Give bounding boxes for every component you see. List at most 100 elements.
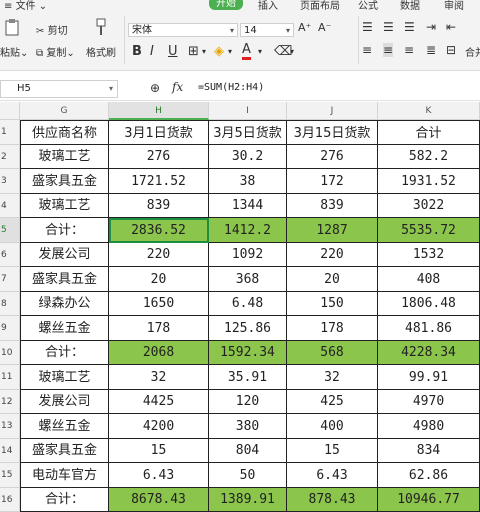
cell-k7[interactable]: 408 [378, 267, 480, 292]
cell-k9[interactable]: 481.86 [378, 316, 480, 341]
paste-button[interactable]: 粘贴⌄ [0, 44, 28, 59]
decrease-font-icon[interactable]: A⁻ [318, 21, 331, 34]
cell-i11[interactable]: 35.91 [209, 365, 287, 390]
row-header-4[interactable]: 4 [0, 194, 20, 218]
cell-j10[interactable]: 568 [287, 341, 378, 365]
cell-i5[interactable]: 1412.2 [209, 218, 287, 243]
cell-j5[interactable]: 1287 [287, 218, 378, 243]
cell-g7[interactable]: 盛家具五金 [20, 267, 109, 292]
cell-k3[interactable]: 1931.52 [378, 169, 480, 194]
fill-dropdown-icon[interactable]: ▾ [228, 47, 232, 56]
row-header-11[interactable]: 11 [0, 365, 20, 390]
tab-page-layout[interactable]: 页面布局 [300, 0, 340, 12]
cell-k15[interactable]: 62.86 [378, 463, 480, 488]
cell-i15[interactable]: 50 [209, 463, 287, 488]
row-header-14[interactable]: 14 [0, 439, 20, 463]
cell-h10[interactable]: 2068 [109, 341, 209, 365]
cell-h7[interactable]: 20 [109, 267, 209, 292]
cell-j14[interactable]: 15 [287, 439, 378, 463]
select-all-corner[interactable] [0, 102, 20, 120]
cell-j11[interactable]: 32 [287, 365, 378, 390]
cell-k14[interactable]: 834 [378, 439, 480, 463]
column-header-i[interactable]: I [209, 102, 287, 120]
cell-i1[interactable]: 3月5日货款 [209, 120, 287, 145]
row-header-9[interactable]: 9 [0, 316, 20, 341]
cell-i6[interactable]: 1092 [209, 243, 287, 267]
align-right-icon[interactable]: ≡ [404, 43, 414, 57]
cell-g15[interactable]: 电动车官方 [20, 463, 109, 488]
cell-j2[interactable]: 276 [287, 145, 378, 169]
row-header-13[interactable]: 13 [0, 414, 20, 439]
cell-j15[interactable]: 6.43 [287, 463, 378, 488]
cell-h11[interactable]: 32 [109, 365, 209, 390]
cut-button[interactable]: ✂ 剪切 [36, 22, 68, 37]
cell-g6[interactable]: 发展公司 [20, 243, 109, 267]
align-center-icon[interactable]: ≡ [383, 43, 394, 57]
row-header-12[interactable]: 12 [0, 390, 20, 414]
row-header-8[interactable]: 8 [0, 292, 20, 316]
cell-g8[interactable]: 绿森办公 [20, 292, 109, 316]
cell-k11[interactable]: 99.91 [378, 365, 480, 390]
cell-h9[interactable]: 178 [109, 316, 209, 341]
tab-data[interactable]: 数据 [400, 0, 420, 12]
align-left-icon[interactable]: ≡ [362, 43, 372, 57]
row-header-3[interactable]: 3 [0, 169, 20, 194]
cell-i13[interactable]: 380 [209, 414, 287, 439]
row-header-2[interactable]: 2 [0, 145, 20, 169]
cell-g2[interactable]: 玻璃工艺 [20, 145, 109, 169]
font-size-select[interactable]: 14 ▾ [240, 23, 294, 37]
tab-review[interactable]: 审阅 [444, 0, 464, 12]
format-painter-icon[interactable] [94, 18, 108, 36]
cell-h5[interactable]: 2836.52 [109, 218, 209, 243]
cell-k2[interactable]: 582.2 [378, 145, 480, 169]
distribute-icon[interactable]: ⊟ [446, 43, 456, 57]
column-header-j[interactable]: J [287, 102, 378, 120]
cell-i8[interactable]: 6.48 [209, 292, 287, 316]
bold-button[interactable]: B [132, 44, 142, 59]
tab-formulas[interactable]: 公式 [358, 0, 378, 12]
cell-g16[interactable]: 合计： [20, 488, 109, 512]
cell-k13[interactable]: 4980 [378, 414, 480, 439]
underline-button[interactable]: U [168, 44, 178, 59]
cell-g5[interactable]: 合计： [20, 218, 109, 243]
cell-i9[interactable]: 125.86 [209, 316, 287, 341]
cell-h4[interactable]: 839 [109, 194, 209, 218]
cell-j4[interactable]: 839 [287, 194, 378, 218]
cell-h12[interactable]: 4425 [109, 390, 209, 414]
cell-k10[interactable]: 4228.34 [378, 341, 480, 365]
border-icon[interactable]: ⊞ [188, 44, 199, 59]
cell-j7[interactable]: 20 [287, 267, 378, 292]
cell-i7[interactable]: 368 [209, 267, 287, 292]
cell-h2[interactable]: 276 [109, 145, 209, 169]
align-top-icon[interactable]: ☰ [362, 20, 373, 34]
cell-j1[interactable]: 3月15日货款 [287, 120, 378, 145]
cell-i4[interactable]: 1344 [209, 194, 287, 218]
border-dropdown-icon[interactable]: ▾ [202, 47, 206, 56]
cell-k8[interactable]: 1806.48 [378, 292, 480, 316]
cell-j9[interactable]: 178 [287, 316, 378, 341]
cell-i2[interactable]: 30.2 [209, 145, 287, 169]
cell-g4[interactable]: 玻璃工艺 [20, 194, 109, 218]
cell-j16[interactable]: 878.43 [287, 488, 378, 512]
cell-k5[interactable]: 5535.72 [378, 218, 480, 243]
format-painter-button[interactable]: 格式刷 [86, 44, 116, 59]
cell-h1[interactable]: 3月1日货款 [109, 120, 209, 145]
column-header-k[interactable]: K [378, 102, 480, 120]
column-header-g[interactable]: G [20, 102, 109, 120]
clear-dropdown-icon[interactable]: ▾ [290, 47, 294, 56]
cell-k12[interactable]: 4970 [378, 390, 480, 414]
cell-h16[interactable]: 8678.43 [109, 488, 209, 512]
cell-h3[interactable]: 1721.52 [109, 169, 209, 194]
cell-i10[interactable]: 1592.34 [209, 341, 287, 365]
cell-k1[interactable]: 合计 [378, 120, 480, 145]
cell-j3[interactable]: 172 [287, 169, 378, 194]
justify-icon[interactable]: ≣ [426, 43, 436, 57]
row-header-16[interactable]: 16 [0, 488, 20, 512]
cell-h6[interactable]: 220 [109, 243, 209, 267]
tab-insert[interactable]: 插入 [258, 0, 278, 12]
cell-j6[interactable]: 220 [287, 243, 378, 267]
cell-g13[interactable]: 螺丝五金 [20, 414, 109, 439]
zoom-search-icon[interactable]: ⊕ [150, 81, 160, 95]
cell-i14[interactable]: 804 [209, 439, 287, 463]
formula-input[interactable]: =SUM(H2:H4) [198, 82, 264, 93]
